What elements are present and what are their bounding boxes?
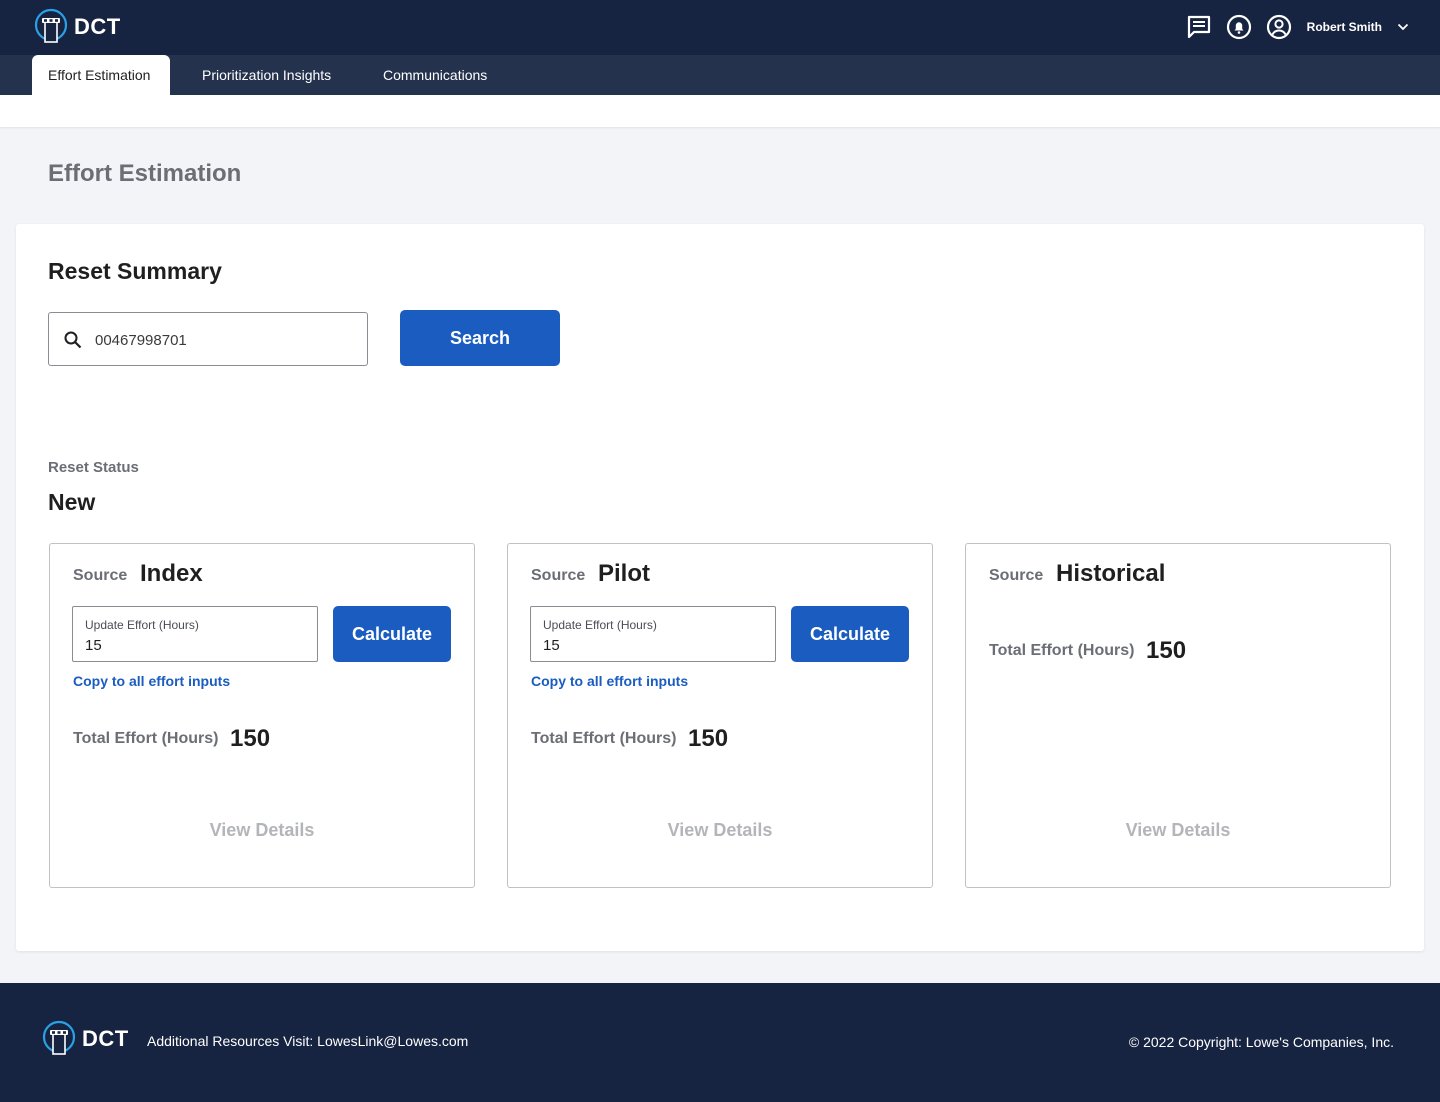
view-details-button[interactable]: View Details [50, 820, 474, 841]
search-input[interactable] [95, 327, 355, 353]
calculate-button[interactable]: Calculate [333, 606, 451, 662]
copy-to-all-link[interactable]: Copy to all effort inputs [73, 673, 230, 689]
update-effort-field[interactable]: Update Effort (Hours) [72, 606, 318, 662]
top-bar: DCT Robert Smith [0, 0, 1440, 55]
footer-copyright: © 2022 Copyright: Lowe's Companies, Inc. [1128, 1034, 1394, 1050]
brand-name: DCT [74, 14, 121, 39]
top-actions: Robert Smith [1173, 13, 1410, 41]
update-effort-field[interactable]: Update Effort (Hours) [530, 606, 776, 662]
update-effort-input[interactable] [85, 635, 305, 655]
reset-status-value: New [48, 489, 96, 515]
source-value: Pilot [598, 560, 650, 587]
update-effort-label: Update Effort (Hours) [543, 618, 657, 632]
total-effort-value: 150 [230, 725, 271, 752]
search-icon [64, 331, 82, 349]
tab-effort-estimation[interactable]: Effort Estimation [32, 55, 170, 95]
source-card-pilot: Source Pilot Update Effort (Hours) Calcu… [507, 543, 933, 888]
lighthouse-icon [42, 1020, 76, 1055]
source-value: Historical [1056, 560, 1166, 587]
user-name[interactable]: Robert Smith [1307, 20, 1382, 34]
reset-summary-panel: Reset Summary Search Reset Status New So… [16, 224, 1424, 951]
update-effort-input[interactable] [543, 635, 763, 655]
total-effort-label: Total Effort (Hours) [73, 730, 219, 747]
search-field[interactable] [48, 312, 368, 366]
chat-icon[interactable] [1185, 13, 1213, 41]
total-effort-value: 150 [1146, 637, 1187, 664]
source-value: Index [140, 560, 203, 587]
tab-communications[interactable]: Communications [367, 55, 503, 95]
lighthouse-icon [34, 8, 68, 43]
bell-icon[interactable] [1225, 13, 1253, 41]
copy-to-all-link[interactable]: Copy to all effort inputs [531, 673, 688, 689]
source-label: Source [989, 567, 1044, 584]
source-label: Source [73, 567, 128, 584]
footer: DCT Additional Resources Visit: LowesLin… [0, 983, 1440, 1102]
footer-brand-name: DCT [82, 1026, 129, 1051]
total-effort-label: Total Effort (Hours) [989, 642, 1135, 659]
view-details-button[interactable]: View Details [966, 820, 1390, 841]
chevron-down-icon[interactable] [1396, 20, 1410, 34]
tab-prioritization-insights[interactable]: Prioritization Insights [186, 55, 347, 95]
update-effort-label: Update Effort (Hours) [85, 618, 199, 632]
page-title: Effort Estimation [48, 160, 242, 187]
sub-header-strip [0, 95, 1440, 127]
search-button[interactable]: Search [400, 310, 560, 366]
total-effort-value: 150 [688, 725, 729, 752]
reset-status-label: Reset Status [48, 459, 139, 476]
brand-logo[interactable]: DCT [34, 8, 121, 46]
source-label: Source [531, 567, 586, 584]
calculate-button[interactable]: Calculate [791, 606, 909, 662]
view-details-button[interactable]: View Details [508, 820, 932, 841]
source-card-historical: Source Historical Total Effort (Hours) 1… [965, 543, 1391, 888]
footer-resources-link[interactable]: Additional Resources Visit: LowesLink@Lo… [147, 1033, 468, 1049]
tab-bar: Effort Estimation Prioritization Insight… [0, 55, 1440, 95]
source-card-index: Source Index Update Effort (Hours) Calcu… [49, 543, 475, 888]
section-title: Reset Summary [48, 258, 222, 284]
total-effort-label: Total Effort (Hours) [531, 730, 677, 747]
account-icon[interactable] [1265, 13, 1293, 41]
footer-brand-logo: DCT [42, 1020, 129, 1058]
